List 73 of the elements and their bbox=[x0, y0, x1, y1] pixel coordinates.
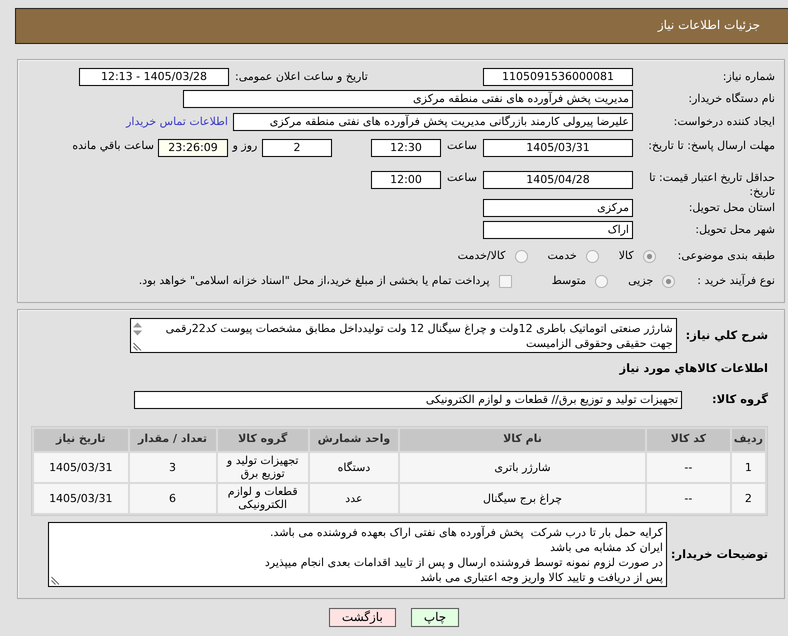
province-field[interactable]: مرکزی bbox=[483, 199, 633, 217]
radio-label[interactable]: کالا bbox=[618, 249, 634, 264]
column-header: کد کالا bbox=[646, 428, 730, 451]
column-header: نام کالا bbox=[400, 428, 645, 451]
back-button[interactable]: بازگشت bbox=[328, 608, 396, 627]
city-field[interactable]: اراک bbox=[483, 221, 633, 239]
table-cell: 2 bbox=[732, 484, 765, 513]
column-header: گروه کالا bbox=[218, 428, 308, 451]
buyer-notes-field[interactable]: کرایه حمل بار تا درب شرکت پخش فرآورده های نفتی اراک بعهده فروشنده می باشد. ایران کد مشابه می باشد در صورت لزوم نمونه توسط فروشنده ارسال و پس از تایید اقدامات بعدی انجام میپذیرد پس از دریافت و تایید کالا واریز وجه اعتباری می باشد bbox=[48, 522, 667, 587]
contact-info-link[interactable]: اطلاعات تماس خریدار bbox=[126, 114, 228, 130]
table-cell: چراغ برج سیگنال bbox=[400, 484, 645, 513]
table-cell: 1405/03/31 bbox=[34, 452, 128, 482]
table-cell: شارژر باتری bbox=[400, 452, 645, 482]
table-cell: -- bbox=[646, 452, 730, 482]
resize-grip-icon[interactable] bbox=[132, 342, 142, 351]
field-label: شهر محل تحویل: bbox=[694, 223, 775, 237]
radio-button[interactable] bbox=[662, 274, 676, 288]
print-button[interactable]: چاپ bbox=[410, 608, 460, 627]
field-label: شماره نیاز: bbox=[722, 70, 775, 84]
table-cell: قطعات و لوازم الکترونیکی bbox=[218, 484, 308, 513]
table-cell: 3 bbox=[130, 452, 216, 482]
radio-label[interactable]: متوسط bbox=[552, 274, 586, 289]
section-heading: اطلاعات کالاهاي مورد نیاز bbox=[620, 360, 768, 376]
requester-field[interactable]: علیرضا پیرولی کارمند بازرگانی مدیریت پخش فرآورده های نفتی منطقه مرکزی bbox=[233, 113, 633, 131]
column-header: تاریخ نیاز bbox=[34, 428, 128, 451]
column-header: تعداد / مقدار bbox=[130, 428, 216, 451]
page-title: جزئیات اطلاعات نیاز bbox=[658, 18, 760, 34]
column-header: واحد شمارش bbox=[310, 428, 398, 451]
table-cell: تجهیزات تولید و توزیع برق bbox=[218, 452, 308, 482]
field-label: ایجاد کننده درخواست: bbox=[672, 115, 775, 129]
table-cell: 1 bbox=[732, 452, 765, 482]
need-number-field[interactable]: 1105091536000081 bbox=[483, 68, 633, 86]
deadline-date-field[interactable]: 1405/03/31 bbox=[483, 139, 633, 157]
table-cell: -- bbox=[646, 484, 730, 513]
field-label: ساعت bbox=[446, 171, 478, 186]
description-field[interactable]: شارژر صنعتی اتوماتیک باطری 12ولت و چراغ سیگنال 12 ولت تولیدداخل مطابق مشخصات پیوست کد22رقمی جهت حقیقی وحقوقی الزامیست bbox=[130, 318, 677, 353]
buyer-name-field[interactable]: مدیریت پخش فرآورده های نفتی منطقه مرکزی bbox=[183, 90, 633, 108]
field-label: مهلت ارسال پاسخ: تا تاریخ: bbox=[647, 139, 775, 153]
field-label: گروه کالا: bbox=[712, 392, 768, 408]
field-label: ساعت باقي مانده bbox=[72, 139, 154, 154]
column-header: ردیف bbox=[732, 428, 765, 451]
radio-button[interactable] bbox=[514, 250, 528, 263]
checkbox[interactable] bbox=[498, 274, 512, 288]
field-label: توضیحات خریدار: bbox=[670, 546, 768, 562]
radio-label[interactable]: خدمت bbox=[548, 249, 577, 264]
radio-label[interactable]: جزیی bbox=[628, 274, 654, 289]
field-label: نوع فرآیند خرید : bbox=[697, 274, 775, 289]
field-label: طبقه بندی موضوعی: bbox=[678, 249, 775, 264]
time-left-field[interactable]: 23:26:09 bbox=[158, 139, 228, 157]
field-label: حداقل تاریخ اعتبار قیمت: تا تاریخ: bbox=[648, 171, 775, 199]
table-cell: دستگاه bbox=[310, 452, 398, 482]
field-label: شرح کلي نیاز: bbox=[686, 328, 768, 343]
field-label: نام دستگاه خریدار: bbox=[687, 92, 775, 106]
table-cell: 6 bbox=[130, 484, 216, 513]
deadline-time-field[interactable]: 12:30 bbox=[371, 139, 441, 157]
radio-label[interactable]: کالا/خدمت bbox=[458, 249, 506, 264]
price-validity-time-field[interactable]: 12:00 bbox=[371, 171, 441, 189]
table-cell: عدد bbox=[310, 484, 398, 513]
product-group-field[interactable]: تجهیزات تولید و توزیع برق// قطعات و لوازم الکترونیکی bbox=[134, 390, 682, 409]
radio-button[interactable] bbox=[595, 274, 608, 288]
field-label: تاریخ و ساعت اعلان عمومی: bbox=[235, 70, 369, 84]
resize-grip-icon[interactable] bbox=[50, 576, 60, 585]
field-label: استان محل تحویل: bbox=[688, 201, 775, 215]
checkbox-label[interactable]: پرداخت تمام یا بخشی از مبلغ خرید،از محل "اسناد خزانه اسلامی" خواهد بود. bbox=[138, 274, 490, 289]
field-label: روز و bbox=[231, 139, 258, 154]
announcement-date-field[interactable]: 1405/03/28 - 12:13 bbox=[79, 68, 229, 86]
field-label: ساعت bbox=[446, 139, 478, 154]
radio-button[interactable] bbox=[586, 250, 599, 263]
table-cell: 1405/03/31 bbox=[34, 484, 128, 513]
days-left-field[interactable]: 2 bbox=[262, 139, 332, 157]
price-validity-date-field[interactable]: 1405/04/28 bbox=[483, 171, 633, 189]
radio-button[interactable] bbox=[642, 250, 656, 263]
scroll-arrows-icon[interactable] bbox=[132, 322, 143, 336]
